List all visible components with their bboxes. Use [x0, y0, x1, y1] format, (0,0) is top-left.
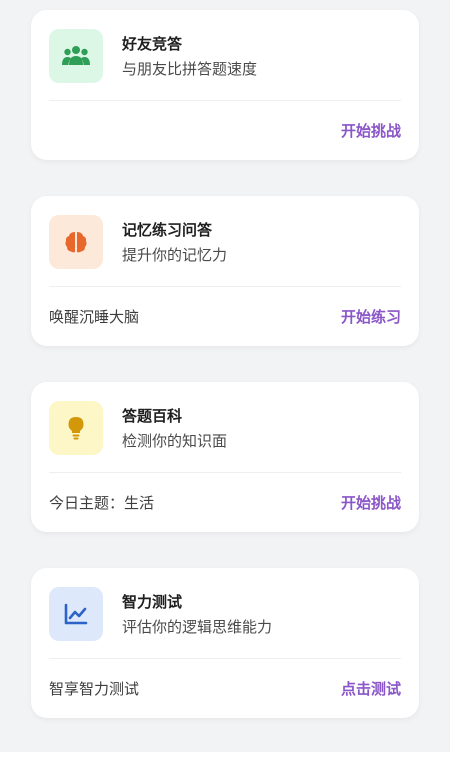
- card-memory-practice[interactable]: 记忆练习问答 提升你的记忆力 唤醒沉睡大脑 开始练习: [31, 196, 419, 346]
- card-header: 智力测试 评估你的逻辑思维能力: [49, 586, 401, 642]
- brain-icon: [49, 215, 103, 269]
- divider: [49, 658, 401, 659]
- card-note: 唤醒沉睡大脑: [49, 307, 140, 326]
- card-note: 今日主题：生活: [49, 493, 155, 512]
- divider: [49, 472, 401, 473]
- card-title: 记忆练习问答: [122, 220, 213, 239]
- card-title: 智力测试: [122, 592, 183, 611]
- card-header: 记忆练习问答 提升你的记忆力: [49, 214, 401, 270]
- card-subtitle: 检测你的知识面: [122, 431, 228, 450]
- start-challenge-button[interactable]: 开始挑战: [341, 120, 401, 141]
- card-friend-quiz[interactable]: 好友竞答 与朋友比拼答题速度 开始挑战: [31, 10, 419, 160]
- group-icon: [49, 29, 103, 83]
- card-subtitle: 评估你的逻辑思维能力: [122, 617, 273, 636]
- card-header: 好友竞答 与朋友比拼答题速度: [49, 28, 401, 84]
- chart-line-icon: [49, 587, 103, 641]
- card-note: 智享智力测试: [49, 679, 140, 698]
- card-header: 答题百科 检测你的知识面: [49, 400, 401, 456]
- start-test-button[interactable]: 点击测试: [341, 678, 401, 699]
- card-title: 好友竞答: [122, 34, 183, 53]
- card-subtitle: 与朋友比拼答题速度: [122, 59, 258, 78]
- card-iq-test[interactable]: 智力测试 评估你的逻辑思维能力 智享智力测试 点击测试: [31, 568, 419, 718]
- start-challenge-button[interactable]: 开始挑战: [341, 492, 401, 513]
- divider: [49, 286, 401, 287]
- lightbulb-icon: [49, 401, 103, 455]
- card-subtitle: 提升你的记忆力: [122, 245, 228, 264]
- start-practice-button[interactable]: 开始练习: [341, 306, 401, 327]
- bottom-bar: [0, 752, 450, 758]
- card-title: 答题百科: [122, 406, 183, 425]
- divider: [49, 100, 401, 101]
- card-quiz-encyclopedia[interactable]: 答题百科 检测你的知识面 今日主题：生活 开始挑战: [31, 382, 419, 532]
